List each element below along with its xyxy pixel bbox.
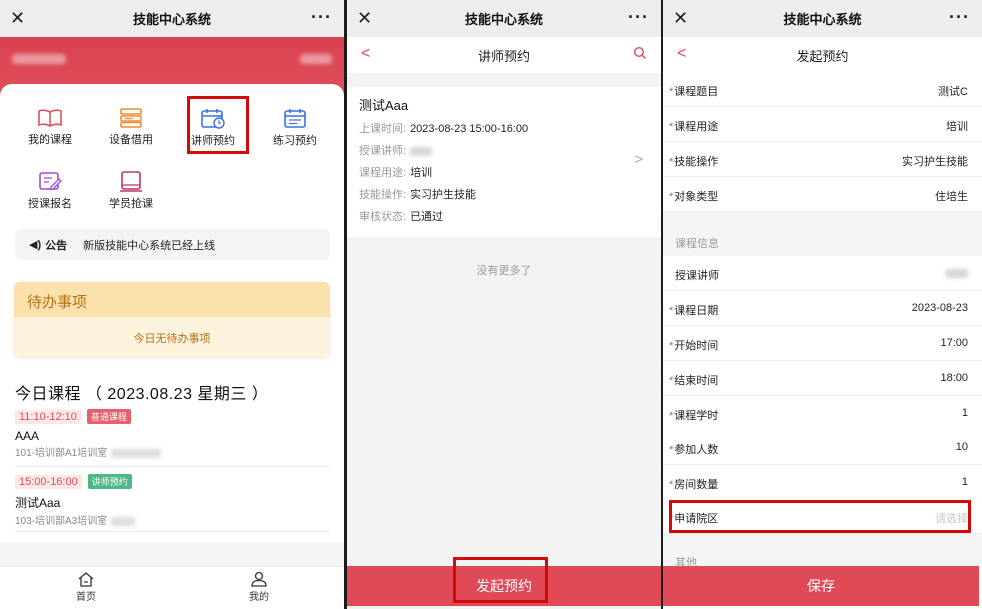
lecturer-blurred — [410, 146, 433, 156]
spacer — [0, 542, 344, 566]
section-course-info: 课程信息 — [663, 212, 982, 256]
bottom-tabbar: 首页 我的 — [0, 566, 344, 609]
page-title: 讲师预约 — [477, 48, 530, 64]
course-name: AAA — [15, 429, 40, 443]
speaker-icon: ◀) — [29, 239, 42, 251]
page-navbar: < 讲师预约 — [347, 37, 661, 73]
field-room-count[interactable]: *房间数量 1 — [663, 465, 982, 500]
course-name: 测试Aaa — [15, 496, 61, 510]
tile-label: 学员抢课 — [109, 198, 153, 210]
app-title: 技能中心系统 — [783, 12, 862, 27]
more-icon[interactable]: ··· — [311, 7, 332, 28]
booking-record-card[interactable]: 测试Aaa 上课时间: 2023-08-23 15:00-16:00 授课讲师: … — [347, 87, 661, 237]
tile-label: 讲师预约 — [191, 135, 235, 147]
tablet-icon — [120, 171, 142, 192]
app-titlebar: ✕ 技能中心系统 ··· — [347, 0, 661, 37]
divider — [15, 531, 330, 532]
close-icon[interactable]: ✕ — [357, 8, 372, 29]
app-title: 技能中心系统 — [464, 12, 543, 27]
tile-teaching-signup[interactable]: 授课报名 — [12, 171, 88, 211]
record-row: 审核状态: 已通过 — [359, 211, 444, 223]
announcement-text: 新版技能中心系统已经上线 — [83, 239, 216, 252]
server-icon — [120, 108, 142, 128]
tab-label: 我的 — [249, 592, 269, 603]
home-screen: ✕ 技能中心系统 ··· 我的课程 设备借用 讲师预约 练习预约 授课报名 学员… — [0, 0, 344, 609]
field-skill-operation[interactable]: *技能操作 实习护生技能 — [663, 142, 982, 177]
tile-student-grab[interactable]: 学员抢课 — [93, 171, 169, 211]
course-tag: 普通课程 — [86, 409, 131, 424]
course-tag: 讲师预约 — [87, 474, 132, 489]
more-icon[interactable]: ··· — [949, 7, 970, 28]
tile-label: 设备借用 — [109, 134, 153, 146]
tab-label: 首页 — [76, 592, 96, 603]
field-end-time[interactable]: *结束时间 18:00 — [663, 361, 982, 396]
app-title: 技能中心系统 — [132, 12, 211, 27]
close-icon[interactable]: ✕ — [10, 8, 25, 29]
lecturer-booking-screen: ✕ 技能中心系统 ··· < 讲师预约 测试Aaa 上课时间: 2023-08-2… — [347, 0, 661, 609]
campus-placeholder: 请选择 — [935, 513, 968, 525]
course-item[interactable]: 15:00-16:00 讲师预约 测试Aaa 103-培训部A3培训室 — [15, 474, 330, 527]
today-courses-title: 今日课程 （ 2023.08.23 星期三 ） — [15, 386, 269, 403]
record-title: 测试Aaa — [359, 98, 409, 113]
app-titlebar: ✕ 技能中心系统 ··· — [0, 0, 344, 37]
book-icon — [38, 109, 62, 127]
chevron-right-icon: > — [634, 151, 643, 168]
course-location: 103-培训部A3培训室 — [15, 512, 330, 527]
field-lecturer[interactable]: 授课讲师 — [663, 256, 982, 291]
field-target-type[interactable]: *对象类型 住培生 — [663, 177, 982, 212]
section-other: 其他 — [663, 534, 982, 569]
record-row: 上课时间: 2023-08-23 15:00-16:00 — [359, 123, 529, 135]
app-titlebar: ✕ 技能中心系统 ··· — [663, 0, 982, 37]
start-booking-button[interactable]: 发起预约 — [347, 566, 661, 606]
edit-icon — [39, 172, 62, 191]
announcement-label: 公告 — [45, 239, 68, 252]
field-start-time[interactable]: *开始时间 17:00 — [663, 326, 982, 361]
home-icon — [78, 572, 94, 587]
field-course-topic[interactable]: *课程题目 测试C — [663, 72, 982, 107]
announcement-bar[interactable]: ◀) 公告 新版技能中心系统已经上线 — [15, 229, 330, 260]
booking-form-screen: ✕ 技能中心系统 ··· < 发起预约 *课程题目 测试C *课程用途 培训 *技能… — [663, 0, 982, 609]
search-icon[interactable] — [633, 46, 647, 60]
divider — [15, 466, 330, 467]
user-info-blurred — [300, 54, 332, 64]
course-item[interactable]: 11:10-12:10 普通课程 AAA 101-培训部A1培训室 — [15, 409, 330, 459]
tile-practice-booking[interactable]: 练习预约 — [257, 108, 333, 148]
close-icon[interactable]: ✕ — [673, 8, 688, 29]
tile-label: 练习预约 — [273, 135, 317, 147]
field-participants[interactable]: *参加人数 10 — [663, 430, 982, 465]
field-campus[interactable]: *申请院区 请选择 — [663, 499, 982, 534]
record-row: 授课讲师: — [359, 142, 433, 158]
back-icon[interactable]: < — [361, 45, 370, 63]
back-icon[interactable]: < — [677, 45, 686, 63]
tab-mine[interactable]: 我的 — [239, 571, 279, 603]
tab-home[interactable]: 首页 — [66, 571, 106, 603]
field-course-purpose[interactable]: *课程用途 培训 — [663, 107, 982, 142]
more-icon[interactable]: ··· — [628, 7, 649, 28]
user-icon — [251, 571, 267, 587]
lecturer-blurred — [946, 268, 968, 278]
user-name-blurred — [12, 54, 66, 64]
course-time: 11:10-12:10 — [15, 410, 81, 424]
todo-empty-text: 今日无待办事项 — [133, 333, 211, 345]
tile-label: 授课报名 — [28, 198, 72, 210]
record-row: 技能操作: 实习护生技能 — [359, 189, 477, 201]
tile-my-courses[interactable]: 我的课程 — [12, 108, 88, 147]
no-more-text: 没有更多了 — [476, 265, 532, 277]
field-course-hours[interactable]: *课程学时 1 — [663, 396, 982, 431]
tile-equipment-borrow[interactable]: 设备借用 — [93, 108, 169, 147]
page-title: 发起预约 — [796, 48, 849, 64]
todo-card: 待办事项 今日无待办事项 — [14, 282, 330, 358]
page-navbar: < 发起预约 — [663, 37, 982, 73]
course-location: 101-培训部A1培训室 — [15, 444, 330, 459]
record-row: 课程用途: 培训 — [359, 167, 433, 179]
tile-label: 我的课程 — [28, 134, 72, 146]
course-time: 15:00-16:00 — [15, 475, 82, 489]
field-course-date[interactable]: *课程日期 2023-08-23 — [663, 291, 982, 326]
calendar-icon — [284, 109, 306, 128]
todo-title: 待办事项 — [14, 282, 330, 317]
tile-lecturer-booking[interactable]: 讲师预约 — [175, 108, 251, 148]
calendar-clock-icon — [201, 109, 225, 129]
save-button[interactable]: 保存 — [663, 566, 979, 606]
